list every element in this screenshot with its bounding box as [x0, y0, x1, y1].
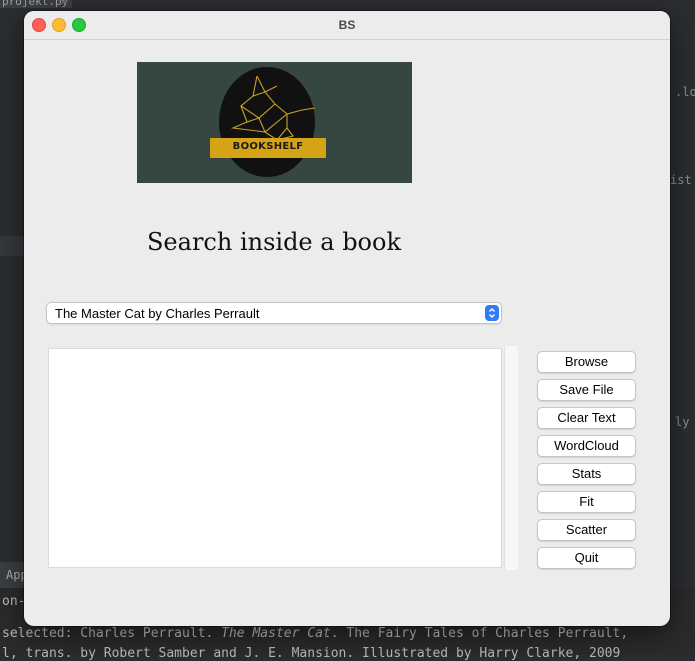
wordcloud-button[interactable]: WordCloud [537, 435, 636, 457]
bookshelf-logo: BOOKSHELF [137, 62, 412, 183]
save-file-button[interactable]: Save File [537, 379, 636, 401]
editor-code-fragment: ly [675, 415, 690, 429]
hummingbird-icon [219, 67, 316, 177]
window-title: BS [338, 18, 356, 32]
console-text-italic: The Master Cat [221, 626, 331, 641]
browse-button[interactable]: Browse [537, 351, 636, 373]
scatter-button[interactable]: Scatter [537, 519, 636, 541]
quit-button[interactable]: Quit [537, 547, 636, 569]
fit-button[interactable]: Fit [537, 491, 636, 513]
app-window: BS BOOKSHELF Search inside a book The Ma… [24, 11, 670, 626]
logo-text: BOOKSHELF [232, 141, 304, 152]
text-area-scrollbar[interactable] [504, 346, 518, 570]
editor-tab-label: projekt.py [2, 0, 69, 8]
editor-tab[interactable]: projekt.py × [0, 0, 72, 8]
console-line: on- [2, 594, 26, 609]
console-text: selected: Charles Perrault. [2, 626, 222, 641]
editor-code-fragment: ist [670, 173, 692, 187]
editor-code-fragment: .lo [675, 85, 695, 99]
book-select-value: The Master Cat by Charles Perrault [55, 306, 260, 321]
stats-button[interactable]: Stats [537, 463, 636, 485]
console-text: . The Fairy Tales of Charles Perrault, [330, 626, 629, 641]
book-select[interactable]: The Master Cat by Charles Perrault [46, 302, 502, 324]
updown-chevron-icon[interactable] [485, 305, 499, 321]
editor-gutter-highlight [0, 236, 24, 256]
clear-text-button[interactable]: Clear Text [537, 407, 636, 429]
console-line: l, trans. by Robert Samber and J. E. Man… [2, 646, 621, 661]
close-icon[interactable]: × [60, 0, 67, 8]
console-line: selected: Charles Perrault. The Master C… [2, 626, 628, 641]
text-area[interactable] [48, 348, 502, 568]
title-bar[interactable]: BS [24, 11, 670, 40]
page-title: Search inside a book [146, 228, 401, 256]
